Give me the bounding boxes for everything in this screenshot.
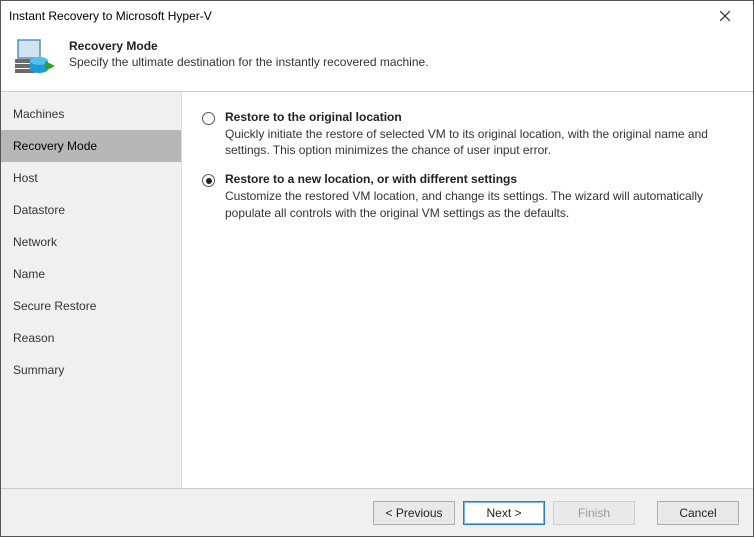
- sidebar-item-datastore[interactable]: Datastore: [1, 194, 181, 226]
- option-text: Restore to a new location, or with diffe…: [225, 172, 733, 220]
- sidebar-item-label: Recovery Mode: [13, 139, 97, 153]
- cancel-button[interactable]: Cancel: [657, 501, 739, 525]
- option-description: Quickly initiate the restore of selected…: [225, 126, 733, 158]
- wizard-window: Instant Recovery to Microsoft Hyper-V Re…: [0, 0, 754, 537]
- sidebar-item-label: Secure Restore: [13, 299, 96, 313]
- radio-restore-original[interactable]: [202, 112, 215, 125]
- window-title: Instant Recovery to Microsoft Hyper-V: [9, 9, 705, 23]
- option-restore-original[interactable]: Restore to the original location Quickly…: [202, 110, 733, 158]
- wizard-content: Restore to the original location Quickly…: [181, 92, 753, 488]
- close-icon: [720, 11, 730, 21]
- button-label: Cancel: [679, 506, 716, 520]
- sidebar-item-secure-restore[interactable]: Secure Restore: [1, 290, 181, 322]
- header-text: Recovery Mode Specify the ultimate desti…: [69, 37, 429, 69]
- option-title: Restore to the original location: [225, 110, 733, 124]
- button-label: Finish: [578, 506, 610, 520]
- sidebar-item-network[interactable]: Network: [1, 226, 181, 258]
- sidebar-item-label: Name: [13, 267, 45, 281]
- option-description: Customize the restored VM location, and …: [225, 188, 733, 220]
- sidebar-item-label: Summary: [13, 363, 64, 377]
- page-title: Recovery Mode: [69, 39, 429, 53]
- radio-restore-new[interactable]: [202, 174, 215, 187]
- button-label: < Previous: [385, 506, 442, 520]
- sidebar-item-recovery-mode[interactable]: Recovery Mode: [1, 130, 181, 162]
- sidebar-item-machines[interactable]: Machines: [1, 98, 181, 130]
- previous-button[interactable]: < Previous: [373, 501, 455, 525]
- wizard-header: Recovery Mode Specify the ultimate desti…: [1, 31, 753, 92]
- next-button[interactable]: Next >: [463, 501, 545, 525]
- sidebar-item-name[interactable]: Name: [1, 258, 181, 290]
- sidebar-item-label: Host: [13, 171, 38, 185]
- sidebar-item-label: Datastore: [13, 203, 65, 217]
- option-restore-new[interactable]: Restore to a new location, or with diffe…: [202, 172, 733, 220]
- sidebar-item-label: Machines: [13, 107, 64, 121]
- sidebar-item-summary[interactable]: Summary: [1, 354, 181, 386]
- sidebar-item-host[interactable]: Host: [1, 162, 181, 194]
- finish-button: Finish: [553, 501, 635, 525]
- sidebar-item-reason[interactable]: Reason: [1, 322, 181, 354]
- sidebar-item-label: Reason: [13, 331, 54, 345]
- page-subtitle: Specify the ultimate destination for the…: [69, 55, 429, 69]
- sidebar-item-label: Network: [13, 235, 57, 249]
- wizard-sidebar: Machines Recovery Mode Host Datastore Ne…: [1, 92, 181, 488]
- close-button[interactable]: [705, 2, 745, 30]
- option-title: Restore to a new location, or with diffe…: [225, 172, 733, 186]
- wizard-body: Machines Recovery Mode Host Datastore Ne…: [1, 92, 753, 488]
- titlebar: Instant Recovery to Microsoft Hyper-V: [1, 1, 753, 31]
- button-label: Next >: [486, 506, 521, 520]
- recovery-mode-icon: [15, 37, 55, 77]
- option-text: Restore to the original location Quickly…: [225, 110, 733, 158]
- wizard-footer: < Previous Next > Finish Cancel: [1, 488, 753, 536]
